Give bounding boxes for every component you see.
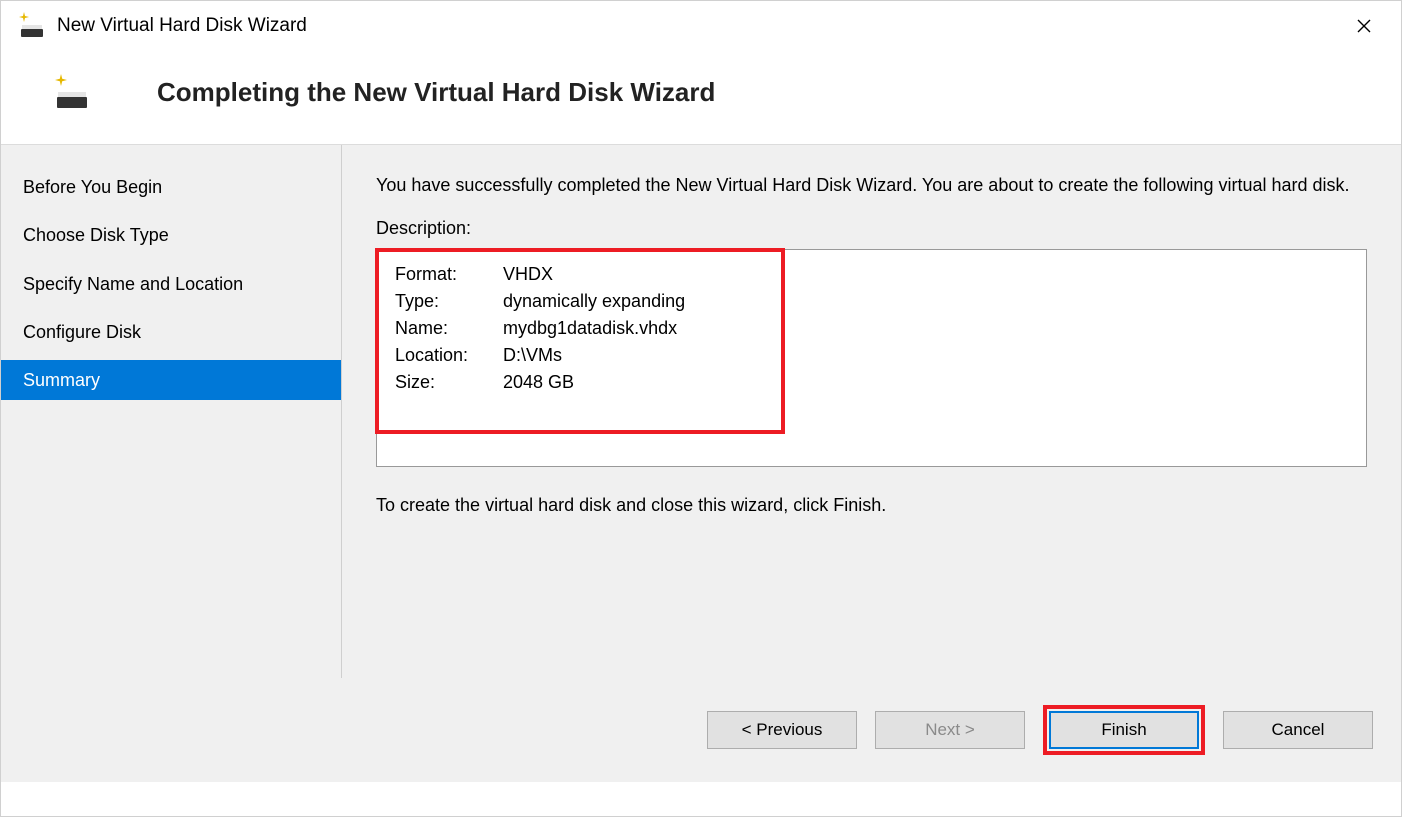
- description-key: Name:: [395, 318, 503, 339]
- description-value: 2048 GB: [503, 372, 574, 393]
- description-label: Description:: [376, 218, 1367, 239]
- title-bar: New Virtual Hard Disk Wizard: [1, 1, 1401, 51]
- finish-button[interactable]: Finish: [1049, 711, 1199, 749]
- sidebar-item-summary[interactable]: Summary: [1, 360, 341, 400]
- close-icon: [1357, 19, 1371, 33]
- disk-icon: [21, 15, 43, 37]
- previous-button[interactable]: < Previous: [707, 711, 857, 749]
- cancel-button[interactable]: Cancel: [1223, 711, 1373, 749]
- description-key: Type:: [395, 291, 503, 312]
- summary-outro-text: To create the virtual hard disk and clos…: [376, 495, 1367, 516]
- description-value: VHDX: [503, 264, 553, 285]
- wizard-body: Before You Begin Choose Disk Type Specif…: [1, 145, 1401, 678]
- sidebar-item-before-you-begin[interactable]: Before You Begin: [1, 167, 341, 207]
- description-value: mydbg1datadisk.vhdx: [503, 318, 677, 339]
- title-left: New Virtual Hard Disk Wizard: [21, 15, 307, 37]
- description-row-name: Name:mydbg1datadisk.vhdx: [395, 318, 1348, 339]
- description-key: Location:: [395, 345, 503, 366]
- wizard-sidebar: Before You Begin Choose Disk Type Specif…: [1, 145, 342, 678]
- wizard-content: You have successfully completed the New …: [342, 145, 1401, 678]
- sidebar-item-choose-disk-type[interactable]: Choose Disk Type: [1, 215, 341, 255]
- description-key: Size:: [395, 372, 503, 393]
- description-value: dynamically expanding: [503, 291, 685, 312]
- description-row-type: Type:dynamically expanding: [395, 291, 1348, 312]
- disk-icon: [57, 78, 87, 108]
- close-button[interactable]: [1341, 10, 1387, 42]
- description-row-format: Format:VHDX: [395, 264, 1348, 285]
- sidebar-item-specify-name-location[interactable]: Specify Name and Location: [1, 264, 341, 304]
- description-row-size: Size:2048 GB: [395, 372, 1348, 393]
- description-row-location: Location:D:\VMs: [395, 345, 1348, 366]
- summary-intro-text: You have successfully completed the New …: [376, 173, 1367, 198]
- wizard-heading: Completing the New Virtual Hard Disk Wiz…: [157, 77, 715, 108]
- next-button: Next >: [875, 711, 1025, 749]
- description-key: Format:: [395, 264, 503, 285]
- wizard-footer: < Previous Next > Finish Cancel: [1, 678, 1401, 782]
- sidebar-item-configure-disk[interactable]: Configure Disk: [1, 312, 341, 352]
- description-table: Format:VHDX Type:dynamically expanding N…: [377, 250, 1366, 413]
- wizard-header: Completing the New Virtual Hard Disk Wiz…: [1, 51, 1401, 145]
- annotation-highlight-finish: Finish: [1043, 705, 1205, 755]
- description-value: D:\VMs: [503, 345, 562, 366]
- window-title: New Virtual Hard Disk Wizard: [57, 15, 307, 37]
- description-box: Format:VHDX Type:dynamically expanding N…: [376, 249, 1367, 467]
